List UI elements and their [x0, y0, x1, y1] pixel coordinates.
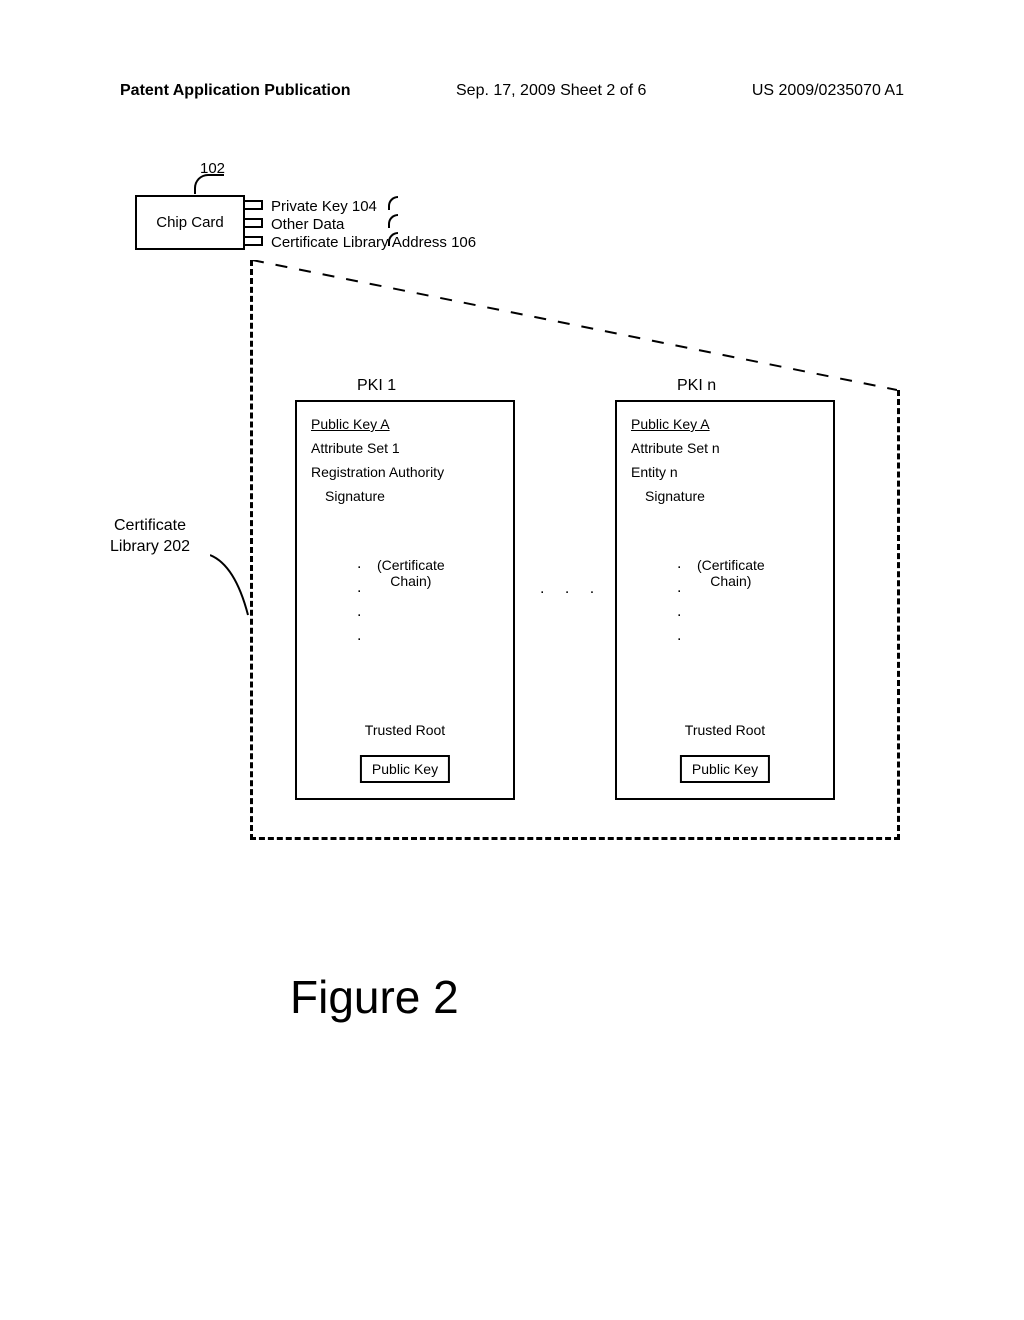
pki-n-attr: Attribute Set n	[631, 440, 819, 456]
stub-3-label: Certificate Library Address 106	[271, 234, 476, 251]
chip-card-label: Chip Card	[156, 214, 224, 231]
header-center: Sep. 17, 2009 Sheet 2 of 6	[456, 82, 646, 100]
pki-1-entity: Registration Authority	[311, 464, 499, 480]
header-left: Patent Application Publication	[120, 82, 351, 100]
page-header: Patent Application Publication Sep. 17, …	[0, 82, 1024, 100]
reference-102: 102	[200, 160, 225, 177]
figure-label: Figure 2	[290, 970, 459, 1024]
library-leader-arc	[210, 550, 250, 620]
pki-1-content: Public Key A Attribute Set 1 Registratio…	[297, 402, 513, 526]
dashed-diagonal	[252, 260, 897, 392]
stub-2	[245, 218, 263, 228]
leader-line-102	[194, 174, 224, 194]
pki-n-trusted-root: Trusted Root	[617, 722, 833, 738]
dashed-right	[897, 390, 900, 840]
pki-1-title: PKI 1	[357, 377, 396, 395]
pki-n-sig: Signature	[631, 488, 819, 504]
chip-card-box: Chip Card	[135, 195, 245, 250]
ellipsis-horizontal: . . .	[540, 580, 602, 598]
pki-1-pubkey: Public Key A	[311, 416, 499, 432]
pki-n-entity: Entity n	[631, 464, 819, 480]
stub-2-label: Other Data	[271, 216, 344, 233]
pki-n-content: Public Key A Attribute Set n Entity n Si…	[617, 402, 833, 526]
pki-1-box: PKI 1 Public Key A Attribute Set 1 Regis…	[295, 400, 515, 800]
stub-3	[245, 236, 263, 246]
pki-1-trusted-root: Trusted Root	[297, 722, 513, 738]
arc-2	[388, 214, 398, 228]
certificate-library-label: Certificate Library 202	[110, 516, 190, 558]
pki-n-chain: (Certificate Chain)	[697, 557, 765, 589]
pki-1-dots: ....	[357, 552, 361, 648]
pki-1-attr: Attribute Set 1	[311, 440, 499, 456]
arc-1	[388, 196, 398, 210]
pki-1-chain: (Certificate Chain)	[377, 557, 445, 589]
pki-n-dots: ....	[677, 552, 681, 648]
pki-n-pubkey: Public Key A	[631, 416, 819, 432]
pki-n-title: PKI n	[677, 377, 716, 395]
pki-1-pubkey-box: Public Key	[360, 755, 450, 783]
stub-1	[245, 200, 263, 210]
pki-n-box: PKI n Public Key A Attribute Set n Entit…	[615, 400, 835, 800]
pki-1-sig: Signature	[311, 488, 499, 504]
stub-1-label: Private Key 104	[271, 198, 377, 215]
diagram-container: 102 Chip Card Private Key 104 Other Data…	[120, 160, 904, 1060]
header-right: US 2009/0235070 A1	[752, 82, 904, 100]
pki-n-pubkey-box: Public Key	[680, 755, 770, 783]
dashed-bottom	[250, 837, 900, 840]
